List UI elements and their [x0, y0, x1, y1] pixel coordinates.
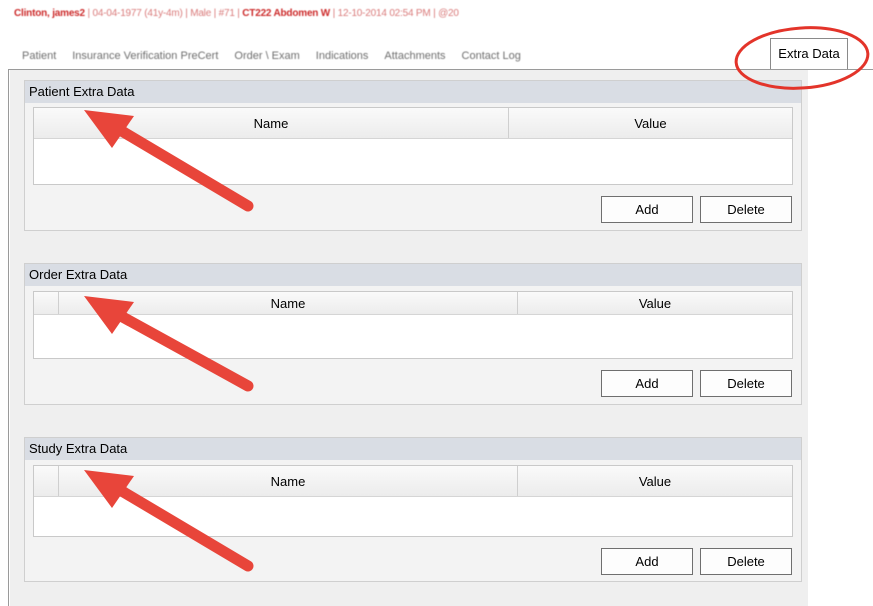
extra-tag: @20 — [438, 8, 459, 19]
grid-header: Name Value — [34, 292, 792, 315]
exam-datetime: 12-10-2014 02:54 PM — [337, 8, 431, 19]
tab-order-exam[interactable]: Order \ Exam — [226, 44, 307, 68]
delete-button[interactable]: Delete — [700, 370, 792, 397]
column-header-value[interactable]: Value — [518, 292, 792, 314]
delete-button[interactable]: Delete — [700, 548, 792, 575]
tab-contact-log[interactable]: Contact Log — [454, 44, 529, 68]
column-header-name[interactable]: Name — [59, 292, 518, 314]
tab-insurance-verification[interactable]: Insurance Verification PreCert — [64, 44, 226, 68]
exam-name: CT222 Abdomen W — [242, 8, 331, 19]
patient-dob: 04-04-1977 (41y-4m) — [92, 8, 183, 19]
row-indicator-header — [34, 466, 59, 496]
section-title: Study Extra Data — [25, 438, 801, 460]
delete-button[interactable]: Delete — [700, 196, 792, 223]
grid-header: Name Value — [34, 466, 792, 497]
tab-attachments[interactable]: Attachments — [376, 44, 453, 68]
row-indicator-header — [34, 292, 59, 314]
patient-number: #71 — [218, 8, 235, 19]
patient-name: Clinton, james2 — [14, 8, 85, 19]
column-header-value[interactable]: Value — [518, 466, 792, 496]
study-extra-data-grid[interactable]: Name Value — [33, 465, 793, 537]
tab-bar: Patient Insurance Verification PreCert O… — [14, 42, 529, 68]
order-extra-data-section: Order Extra Data Name Value Add Delete — [24, 263, 802, 405]
patient-gender: Male — [190, 8, 212, 19]
column-header-name[interactable]: Name — [34, 108, 509, 138]
order-extra-data-grid[interactable]: Name Value — [33, 291, 793, 359]
tab-indications[interactable]: Indications — [308, 44, 377, 68]
grid-header: Name Value — [34, 108, 792, 139]
tab-extra-data[interactable]: Extra Data — [770, 38, 848, 69]
patient-banner: Clinton, james2 | 04-04-1977 (41y-4m) | … — [14, 8, 459, 19]
add-button[interactable]: Add — [601, 548, 693, 575]
column-header-name[interactable]: Name — [59, 466, 518, 496]
tab-patient[interactable]: Patient — [14, 44, 64, 68]
patient-extra-data-section: Patient Extra Data Name Value Add Delete — [24, 80, 802, 231]
patient-extra-data-grid[interactable]: Name Value — [33, 107, 793, 185]
section-title: Order Extra Data — [25, 264, 801, 286]
column-header-value[interactable]: Value — [509, 108, 792, 138]
study-extra-data-section: Study Extra Data Name Value Add Delete — [24, 437, 802, 582]
add-button[interactable]: Add — [601, 370, 693, 397]
section-title: Patient Extra Data — [25, 81, 801, 103]
add-button[interactable]: Add — [601, 196, 693, 223]
